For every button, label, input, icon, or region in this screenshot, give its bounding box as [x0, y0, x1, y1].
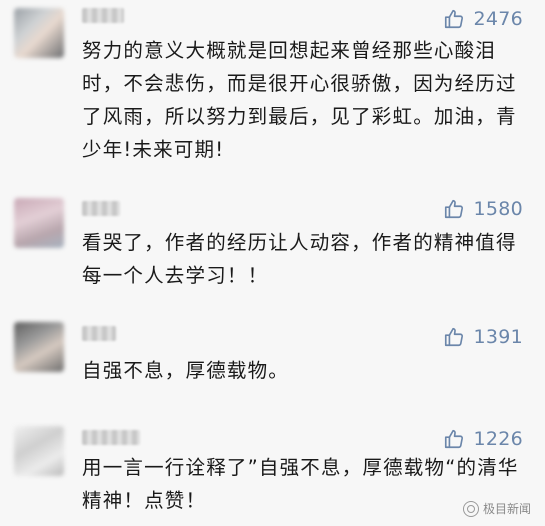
- thumbs-up-icon: [445, 9, 464, 29]
- avatar[interactable]: [14, 8, 64, 58]
- like-count: 1391: [473, 326, 523, 348]
- watermark-logo-icon: [462, 500, 479, 517]
- like-count: 1580: [473, 198, 523, 220]
- username-blurred[interactable]: [82, 201, 120, 216]
- username-blurred[interactable]: [82, 8, 124, 23]
- comment-text: 自强不息，厚德载物。: [82, 359, 290, 382]
- avatar[interactable]: [14, 322, 64, 372]
- watermark: 极目新闻: [462, 500, 531, 517]
- username-blurred[interactable]: [82, 430, 140, 445]
- like-button[interactable]: 1226: [443, 428, 523, 450]
- like-count: 1226: [473, 428, 523, 450]
- like-button[interactable]: 2476: [443, 8, 523, 30]
- comment-text: 看哭了，作者的经历让人动容，作者的精神值得每一个人去学习！！: [82, 231, 517, 287]
- avatar[interactable]: [14, 198, 64, 248]
- watermark-text: 极目新闻: [482, 502, 531, 516]
- thumbs-up-icon: [445, 429, 464, 449]
- comment-text: 努力的意义大概就是回想起来曾经那些心酸泪时，不会悲伤，而是很开心很骄傲，因为经历…: [82, 39, 517, 161]
- like-count: 2476: [473, 8, 523, 30]
- like-button[interactable]: 1580: [443, 198, 523, 220]
- avatar[interactable]: [14, 426, 64, 476]
- username-blurred[interactable]: [82, 326, 116, 341]
- thumbs-up-icon: [445, 199, 464, 219]
- like-button[interactable]: 1391: [443, 326, 523, 348]
- thumbs-up-icon: [445, 327, 464, 347]
